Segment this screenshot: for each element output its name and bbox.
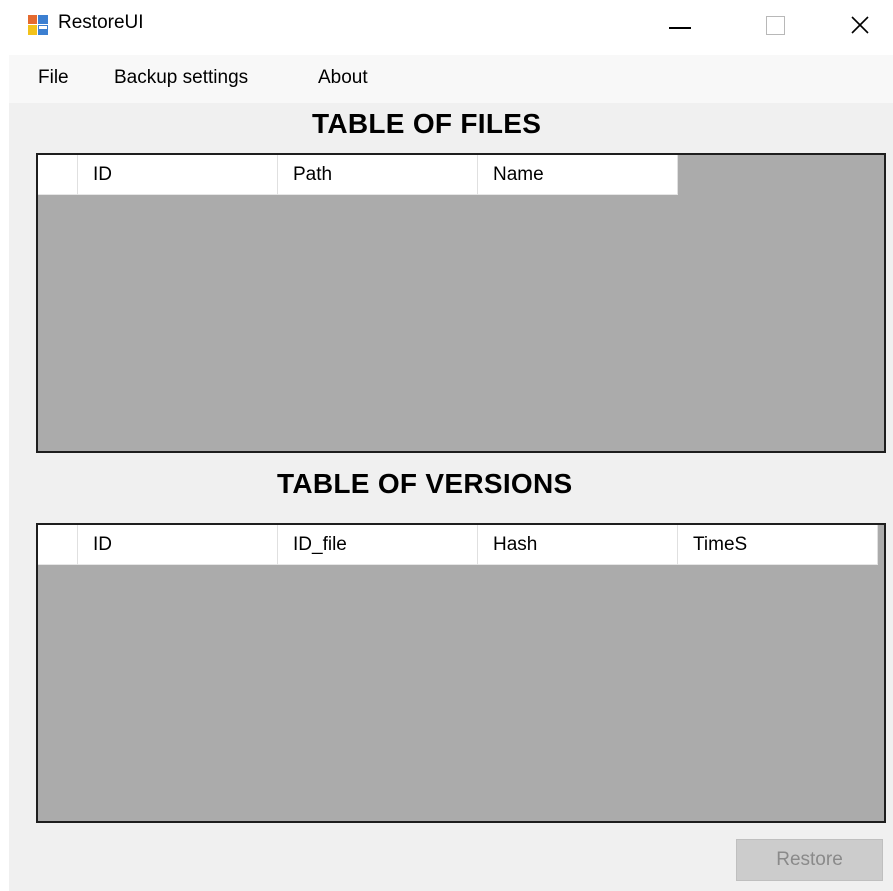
restore-button[interactable]: Restore bbox=[736, 839, 883, 881]
menu-bar: File Backup settings About bbox=[9, 55, 893, 103]
minimize-icon bbox=[669, 27, 691, 29]
versions-column-header-id-file[interactable]: ID_file bbox=[278, 525, 478, 565]
maximize-icon bbox=[765, 15, 785, 35]
files-column-header-id[interactable]: ID bbox=[78, 155, 278, 195]
window-title: RestoreUI bbox=[58, 12, 144, 33]
menu-item-backup-settings[interactable]: Backup settings bbox=[114, 67, 248, 89]
versions-table-title: TABLE OF VERSIONS bbox=[277, 468, 573, 499]
versions-row-header-corner[interactable] bbox=[38, 525, 78, 565]
files-data-grid[interactable]: ID Path Name bbox=[36, 153, 886, 453]
versions-data-grid[interactable]: ID ID_file Hash TimeS bbox=[36, 523, 886, 823]
files-row-header-corner[interactable] bbox=[38, 155, 78, 195]
files-column-header-path[interactable]: Path bbox=[278, 155, 478, 195]
files-header-row: ID Path Name bbox=[38, 155, 678, 195]
files-column-header-name[interactable]: Name bbox=[478, 155, 678, 195]
versions-column-header-times[interactable]: TimeS bbox=[678, 525, 878, 565]
versions-column-header-hash[interactable]: Hash bbox=[478, 525, 678, 565]
versions-header-row: ID ID_file Hash TimeS bbox=[38, 525, 878, 565]
application-window-icon bbox=[27, 14, 49, 36]
versions-column-header-id[interactable]: ID bbox=[78, 525, 278, 565]
close-button[interactable] bbox=[830, 0, 890, 50]
window-client-area: File Backup settings About TABLE OF FILE… bbox=[9, 55, 893, 891]
menu-item-about[interactable]: About bbox=[318, 67, 368, 89]
files-table-title: TABLE OF FILES bbox=[312, 108, 542, 139]
maximize-button[interactable] bbox=[745, 0, 805, 50]
close-icon bbox=[851, 16, 869, 34]
title-bar: RestoreUI bbox=[0, 0, 893, 55]
menu-item-file[interactable]: File bbox=[38, 67, 69, 89]
minimize-button[interactable] bbox=[650, 0, 710, 50]
